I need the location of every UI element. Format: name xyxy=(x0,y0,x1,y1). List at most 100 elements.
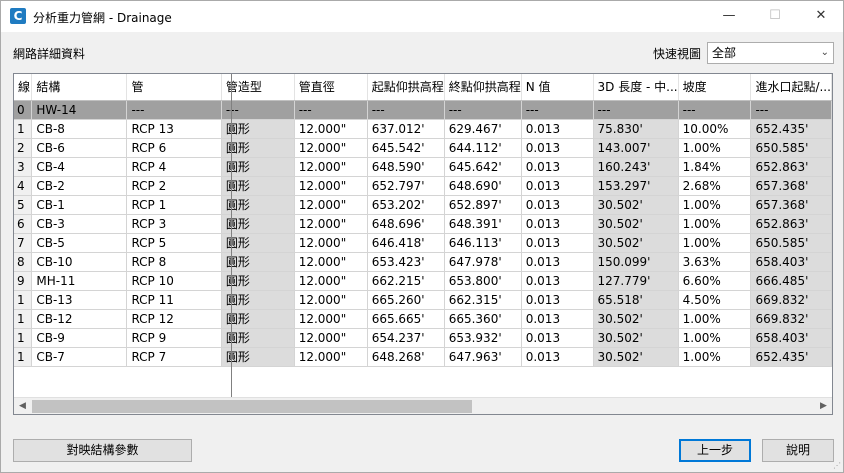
table-cell[interactable]: 669.832' xyxy=(750,309,832,329)
table-cell[interactable]: 657.368' xyxy=(750,176,832,196)
table-cell[interactable]: --- xyxy=(294,100,368,120)
table-cell[interactable]: 12.000" xyxy=(294,252,368,272)
back-button[interactable]: 上一步 xyxy=(679,439,751,462)
table-cell[interactable]: --- xyxy=(521,100,594,120)
table-cell[interactable]: 648.696' xyxy=(367,214,445,234)
table-cell[interactable]: CB-12 xyxy=(31,309,128,329)
table-cell[interactable]: HW-14 xyxy=(31,100,128,120)
table-cell[interactable]: 652.435' xyxy=(750,347,832,367)
table-cell[interactable]: 646.418' xyxy=(367,233,445,253)
table-cell[interactable]: 160.243' xyxy=(593,157,679,177)
table-cell[interactable]: 645.542' xyxy=(367,138,445,158)
table-cell[interactable]: 653.800' xyxy=(444,271,522,291)
table-cell[interactable]: 650.585' xyxy=(750,138,832,158)
table-row[interactable]: 8 CB-10 RCP 8 圓形 12.000" 653.423' 647.978' 0.01… xyxy=(14,252,832,272)
table-cell[interactable]: 666.485' xyxy=(750,271,832,291)
table-cell[interactable]: RCP 5 xyxy=(126,233,222,253)
column-header[interactable]: 線 xyxy=(14,74,33,101)
table-cell[interactable]: 圓形 xyxy=(221,157,295,177)
table-cell[interactable]: 0.013 xyxy=(521,328,594,348)
table-cell[interactable]: 圓形 xyxy=(221,328,295,348)
table-cell[interactable]: --- xyxy=(367,100,445,120)
map-structure-parameters-button[interactable]: 對映結構參數 xyxy=(13,439,192,462)
column-header[interactable]: 坡度 xyxy=(678,74,752,101)
table-cell[interactable]: CB-6 xyxy=(31,138,128,158)
row-number-cell[interactable]: 7 xyxy=(14,233,33,253)
table-cell[interactable]: 669.832' xyxy=(750,290,832,310)
table-cell[interactable]: 12.000" xyxy=(294,119,368,139)
table-cell[interactable]: 12.000" xyxy=(294,328,368,348)
scroll-left-icon[interactable]: ◀ xyxy=(14,398,31,414)
close-button[interactable]: ✕ xyxy=(798,1,844,31)
table-cell[interactable]: 圓形 xyxy=(221,290,295,310)
scroll-right-icon[interactable]: ▶ xyxy=(815,398,832,414)
table-cell[interactable]: 圓形 xyxy=(221,195,295,215)
table-cell[interactable]: --- xyxy=(221,100,295,120)
table-row[interactable]: 1 CB-9 RCP 9 圓形 12.000" 654.237' 653.932' 0.013… xyxy=(14,328,832,348)
table-cell[interactable]: 648.690' xyxy=(444,176,522,196)
column-header[interactable]: 終點仰拱高程 xyxy=(444,74,522,101)
table-cell[interactable]: 658.403' xyxy=(750,328,832,348)
table-cell[interactable]: 657.368' xyxy=(750,195,832,215)
table-cell[interactable]: --- xyxy=(126,100,222,120)
table-row[interactable]: 4 CB-2 RCP 2 圓形 12.000" 652.797' 648.690' 0.013… xyxy=(14,176,832,196)
table-row[interactable]: 1 CB-12 RCP 12 圓形 12.000" 665.665' 665.360' 0.0… xyxy=(14,309,832,329)
table-cell[interactable]: 648.391' xyxy=(444,214,522,234)
table-cell[interactable]: 653.423' xyxy=(367,252,445,272)
table-cell[interactable]: 143.007' xyxy=(593,138,679,158)
table-cell[interactable]: 652.863' xyxy=(750,214,832,234)
table-cell[interactable]: 0.013 xyxy=(521,176,594,196)
table-cell[interactable]: 652.435' xyxy=(750,119,832,139)
table-cell[interactable]: 0.013 xyxy=(521,138,594,158)
table-cell[interactable]: 12.000" xyxy=(294,195,368,215)
table-cell[interactable]: 647.978' xyxy=(444,252,522,272)
row-number-cell[interactable]: 6 xyxy=(14,214,33,234)
table-cell[interactable]: 12.000" xyxy=(294,290,368,310)
table-cell[interactable]: 647.963' xyxy=(444,347,522,367)
table-cell[interactable]: 1.00% xyxy=(678,195,752,215)
maximize-button[interactable]: ☐ xyxy=(752,1,798,31)
table-cell[interactable]: 3.63% xyxy=(678,252,752,272)
table-cell[interactable]: RCP 11 xyxy=(126,290,222,310)
table-cell[interactable]: 0.013 xyxy=(521,157,594,177)
column-header[interactable]: N 值 xyxy=(521,74,594,101)
table-cell[interactable]: 662.215' xyxy=(367,271,445,291)
table-row[interactable]: 1 CB-13 RCP 11 圓形 12.000" 665.260' 662.315' 0.0… xyxy=(14,290,832,310)
table-cell[interactable]: 30.502' xyxy=(593,328,679,348)
table-cell[interactable]: 12.000" xyxy=(294,271,368,291)
table-cell[interactable]: CB-7 xyxy=(31,347,128,367)
table-cell[interactable]: RCP 2 xyxy=(126,176,222,196)
table-cell[interactable]: CB-8 xyxy=(31,119,128,139)
table-cell[interactable]: 0.013 xyxy=(521,233,594,253)
table-cell[interactable]: --- xyxy=(444,100,522,120)
table-cell[interactable]: 圓形 xyxy=(221,214,295,234)
table-cell[interactable]: 0.013 xyxy=(521,252,594,272)
table-cell[interactable]: RCP 8 xyxy=(126,252,222,272)
row-number-cell[interactable]: 1 xyxy=(14,290,33,310)
table-cell[interactable]: 0.013 xyxy=(521,290,594,310)
table-cell[interactable]: 30.502' xyxy=(593,309,679,329)
minimize-button[interactable]: — xyxy=(706,1,752,31)
table-cell[interactable]: 665.665' xyxy=(367,309,445,329)
table-cell[interactable]: 153.297' xyxy=(593,176,679,196)
table-row[interactable]: 9 MH-11 RCP 10 圓形 12.000" 662.215' 653.800' 0.0… xyxy=(14,271,832,291)
table-cell[interactable]: 0.013 xyxy=(521,271,594,291)
table-cell[interactable]: RCP 13 xyxy=(126,119,222,139)
table-row[interactable]: 1 CB-7 RCP 7 圓形 12.000" 648.268' 647.963' 0.013… xyxy=(14,347,832,367)
row-number-cell[interactable]: 4 xyxy=(14,176,33,196)
row-number-cell[interactable]: 8 xyxy=(14,252,33,272)
table-cell[interactable]: RCP 6 xyxy=(126,138,222,158)
row-number-cell[interactable]: 9 xyxy=(14,271,33,291)
column-header[interactable]: 管直徑 xyxy=(294,74,368,101)
quick-view-dropdown[interactable]: 全部 ⌄ xyxy=(707,42,834,64)
help-button[interactable]: 說明 xyxy=(762,439,834,462)
table-cell[interactable]: RCP 1 xyxy=(126,195,222,215)
table-cell[interactable]: CB-1 xyxy=(31,195,128,215)
table-cell[interactable]: 665.360' xyxy=(444,309,522,329)
table-cell[interactable]: 1.84% xyxy=(678,157,752,177)
row-number-cell[interactable]: 1 xyxy=(14,119,33,139)
table-row[interactable]: 0 HW-14 --- --- --- --- --- --- --- --- --- xyxy=(14,100,832,120)
row-number-cell[interactable]: 1 xyxy=(14,347,33,367)
table-cell[interactable]: RCP 9 xyxy=(126,328,222,348)
horizontal-scrollbar[interactable]: ◀ ▶ xyxy=(14,397,832,414)
